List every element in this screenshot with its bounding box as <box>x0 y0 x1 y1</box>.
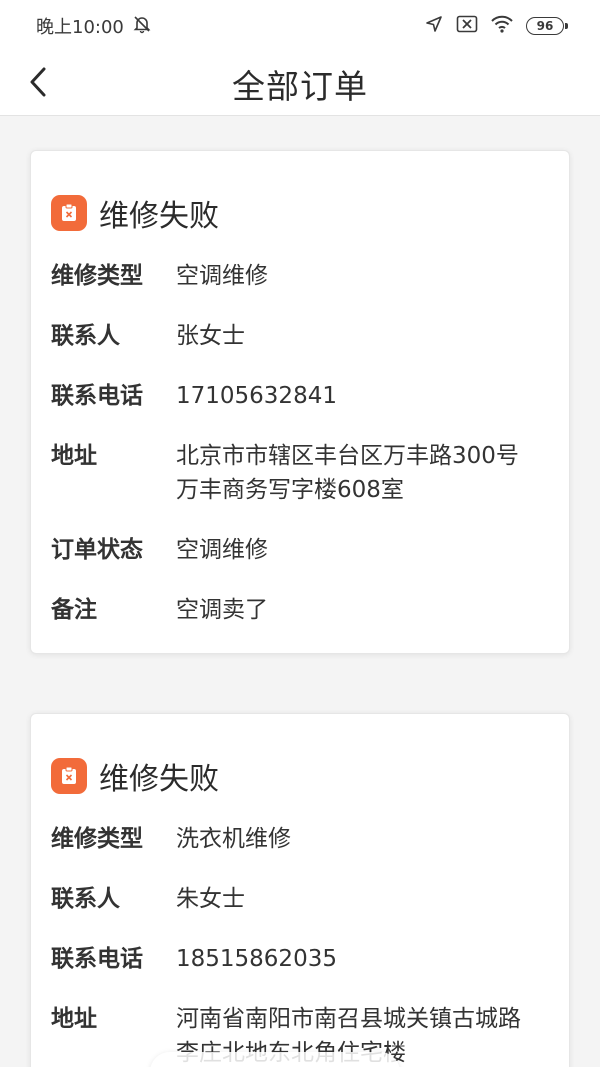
address-line: 北京市市辖区丰台区万丰路300号 <box>176 443 519 469</box>
address-line: 河南省南阳市南召县城关镇古城路 <box>176 1006 521 1032</box>
location-icon <box>424 14 444 39</box>
field-value: 空调卖了 <box>176 597 268 623</box>
status-time: 晚上10:00 <box>36 17 124 38</box>
field-label: 联系人 <box>51 323 120 349</box>
field-value: 朱女士 <box>176 886 245 912</box>
field-label: 维修类型 <box>51 263 143 289</box>
field-label: 地址 <box>51 1006 97 1032</box>
battery-indicator: 96 <box>526 17 568 35</box>
repair-failed-icon <box>51 758 87 794</box>
field-value: 洗衣机维修 <box>176 826 291 852</box>
back-button[interactable] <box>18 62 58 106</box>
alarm-off-icon <box>132 14 152 39</box>
field-phone: 联系电话 17105632841 <box>51 379 549 413</box>
page-title: 全部订单 <box>232 66 368 106</box>
field-value: 张女士 <box>176 323 245 349</box>
nav-bar: 全部订单 <box>0 52 600 116</box>
field-label: 地址 <box>51 443 97 469</box>
order-list[interactable]: 维修失败 维修类型 空调维修 联系人 张女士 联系电话 17105632841 … <box>0 117 600 1067</box>
field-repair-type: 维修类型 空调维修 <box>51 259 549 293</box>
field-order-status: 订单状态 空调维修 <box>51 533 549 567</box>
field-label: 订单状态 <box>51 537 143 563</box>
field-repair-type: 维修类型 洗衣机维修 <box>51 822 549 856</box>
chevron-left-icon <box>26 66 50 102</box>
floating-toast <box>150 1052 400 1067</box>
field-value: 17105632841 <box>176 383 337 409</box>
field-contact: 联系人 朱女士 <box>51 882 549 916</box>
status-bar: 晚上10:00 96 <box>0 0 600 52</box>
order-status-title: 维修失败 <box>99 762 219 797</box>
order-card-header: 维修失败 <box>51 191 549 235</box>
sim-off-icon <box>456 15 478 38</box>
order-card-header: 维修失败 <box>51 754 549 798</box>
field-value: 北京市市辖区丰台区万丰路300号 万丰商务写字楼608室 <box>176 439 519 507</box>
field-label: 联系电话 <box>51 383 143 409</box>
field-label: 维修类型 <box>51 826 143 852</box>
field-value: 空调维修 <box>176 537 268 563</box>
field-label: 备注 <box>51 597 97 623</box>
field-address: 地址 北京市市辖区丰台区万丰路300号 万丰商务写字楼608室 <box>51 439 549 507</box>
field-label: 联系人 <box>51 886 120 912</box>
address-line: 万丰商务写字楼608室 <box>176 477 404 503</box>
repair-failed-icon <box>51 195 87 231</box>
order-card[interactable]: 维修失败 维修类型 空调维修 联系人 张女士 联系电话 17105632841 … <box>30 150 570 654</box>
order-card[interactable]: 维修失败 维修类型 洗衣机维修 联系人 朱女士 联系电话 18515862035… <box>30 713 570 1067</box>
field-contact: 联系人 张女士 <box>51 319 549 353</box>
field-value: 18515862035 <box>176 946 337 972</box>
order-status-title: 维修失败 <box>99 199 219 234</box>
field-value: 空调维修 <box>176 263 268 289</box>
wifi-icon <box>490 14 514 39</box>
field-note: 备注 空调卖了 <box>51 593 549 627</box>
field-label: 联系电话 <box>51 946 143 972</box>
field-phone: 联系电话 18515862035 <box>51 942 549 976</box>
